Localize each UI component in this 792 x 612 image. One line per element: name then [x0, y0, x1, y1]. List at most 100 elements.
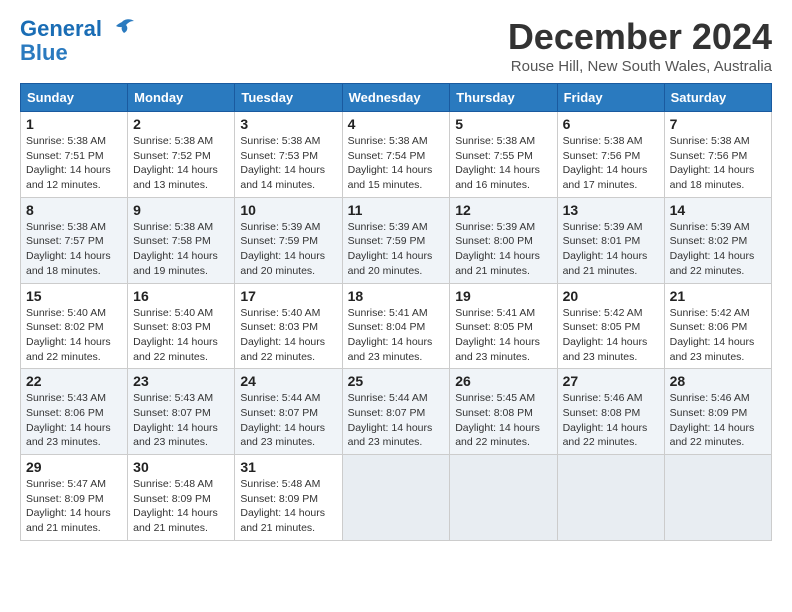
calendar-week-row: 15 Sunrise: 5:40 AM Sunset: 8:02 PM Dayl…	[21, 283, 772, 369]
calendar-cell	[664, 455, 771, 541]
day-number: 17	[240, 288, 336, 304]
calendar-cell: 3 Sunrise: 5:38 AM Sunset: 7:53 PM Dayli…	[235, 112, 342, 198]
calendar-cell: 9 Sunrise: 5:38 AM Sunset: 7:58 PM Dayli…	[128, 197, 235, 283]
day-number: 20	[563, 288, 659, 304]
day-number: 28	[670, 373, 766, 389]
calendar-cell: 28 Sunrise: 5:46 AM Sunset: 8:09 PM Dayl…	[664, 369, 771, 455]
day-number: 22	[26, 373, 122, 389]
day-number: 4	[348, 116, 445, 132]
calendar-cell: 18 Sunrise: 5:41 AM Sunset: 8:04 PM Dayl…	[342, 283, 450, 369]
day-detail: Sunrise: 5:45 AM Sunset: 8:08 PM Dayligh…	[455, 391, 551, 450]
day-detail: Sunrise: 5:41 AM Sunset: 8:05 PM Dayligh…	[455, 306, 551, 365]
day-number: 7	[670, 116, 766, 132]
day-detail: Sunrise: 5:38 AM Sunset: 7:56 PM Dayligh…	[670, 134, 766, 193]
calendar-cell: 22 Sunrise: 5:43 AM Sunset: 8:06 PM Dayl…	[21, 369, 128, 455]
weekday-header: Sunday	[21, 84, 128, 112]
calendar-cell: 31 Sunrise: 5:48 AM Sunset: 8:09 PM Dayl…	[235, 455, 342, 541]
day-detail: Sunrise: 5:39 AM Sunset: 8:02 PM Dayligh…	[670, 220, 766, 279]
day-detail: Sunrise: 5:39 AM Sunset: 7:59 PM Dayligh…	[240, 220, 336, 279]
weekday-header: Friday	[557, 84, 664, 112]
day-number: 23	[133, 373, 229, 389]
calendar-cell: 17 Sunrise: 5:40 AM Sunset: 8:03 PM Dayl…	[235, 283, 342, 369]
weekday-header: Saturday	[664, 84, 771, 112]
weekday-header: Thursday	[450, 84, 557, 112]
calendar: SundayMondayTuesdayWednesdayThursdayFrid…	[20, 83, 772, 541]
day-number: 13	[563, 202, 659, 218]
calendar-cell: 13 Sunrise: 5:39 AM Sunset: 8:01 PM Dayl…	[557, 197, 664, 283]
day-number: 5	[455, 116, 551, 132]
day-number: 24	[240, 373, 336, 389]
calendar-cell: 2 Sunrise: 5:38 AM Sunset: 7:52 PM Dayli…	[128, 112, 235, 198]
day-number: 15	[26, 288, 122, 304]
day-number: 30	[133, 459, 229, 475]
calendar-cell: 8 Sunrise: 5:38 AM Sunset: 7:57 PM Dayli…	[21, 197, 128, 283]
day-detail: Sunrise: 5:39 AM Sunset: 7:59 PM Dayligh…	[348, 220, 445, 279]
day-detail: Sunrise: 5:44 AM Sunset: 8:07 PM Dayligh…	[240, 391, 336, 450]
day-number: 11	[348, 202, 445, 218]
day-detail: Sunrise: 5:42 AM Sunset: 8:05 PM Dayligh…	[563, 306, 659, 365]
day-number: 12	[455, 202, 551, 218]
day-number: 6	[563, 116, 659, 132]
calendar-cell: 14 Sunrise: 5:39 AM Sunset: 8:02 PM Dayl…	[664, 197, 771, 283]
calendar-cell: 15 Sunrise: 5:40 AM Sunset: 8:02 PM Dayl…	[21, 283, 128, 369]
day-detail: Sunrise: 5:47 AM Sunset: 8:09 PM Dayligh…	[26, 477, 122, 536]
day-detail: Sunrise: 5:38 AM Sunset: 7:55 PM Dayligh…	[455, 134, 551, 193]
calendar-cell: 20 Sunrise: 5:42 AM Sunset: 8:05 PM Dayl…	[557, 283, 664, 369]
day-detail: Sunrise: 5:41 AM Sunset: 8:04 PM Dayligh…	[348, 306, 445, 365]
day-detail: Sunrise: 5:46 AM Sunset: 8:08 PM Dayligh…	[563, 391, 659, 450]
day-number: 29	[26, 459, 122, 475]
day-detail: Sunrise: 5:38 AM Sunset: 7:56 PM Dayligh…	[563, 134, 659, 193]
day-number: 26	[455, 373, 551, 389]
calendar-cell: 7 Sunrise: 5:38 AM Sunset: 7:56 PM Dayli…	[664, 112, 771, 198]
calendar-cell	[557, 455, 664, 541]
calendar-cell: 16 Sunrise: 5:40 AM Sunset: 8:03 PM Dayl…	[128, 283, 235, 369]
day-detail: Sunrise: 5:38 AM Sunset: 7:51 PM Dayligh…	[26, 134, 122, 193]
day-detail: Sunrise: 5:43 AM Sunset: 8:06 PM Dayligh…	[26, 391, 122, 450]
day-detail: Sunrise: 5:40 AM Sunset: 8:03 PM Dayligh…	[240, 306, 336, 365]
calendar-cell	[450, 455, 557, 541]
day-number: 10	[240, 202, 336, 218]
day-number: 16	[133, 288, 229, 304]
calendar-header-row: SundayMondayTuesdayWednesdayThursdayFrid…	[21, 84, 772, 112]
calendar-cell: 10 Sunrise: 5:39 AM Sunset: 7:59 PM Dayl…	[235, 197, 342, 283]
day-detail: Sunrise: 5:48 AM Sunset: 8:09 PM Dayligh…	[240, 477, 336, 536]
day-detail: Sunrise: 5:46 AM Sunset: 8:09 PM Dayligh…	[670, 391, 766, 450]
calendar-cell: 19 Sunrise: 5:41 AM Sunset: 8:05 PM Dayl…	[450, 283, 557, 369]
day-detail: Sunrise: 5:43 AM Sunset: 8:07 PM Dayligh…	[133, 391, 229, 450]
day-number: 25	[348, 373, 445, 389]
calendar-cell: 11 Sunrise: 5:39 AM Sunset: 7:59 PM Dayl…	[342, 197, 450, 283]
day-detail: Sunrise: 5:39 AM Sunset: 8:01 PM Dayligh…	[563, 220, 659, 279]
day-number: 8	[26, 202, 122, 218]
weekday-header: Wednesday	[342, 84, 450, 112]
calendar-cell: 26 Sunrise: 5:45 AM Sunset: 8:08 PM Dayl…	[450, 369, 557, 455]
calendar-cell: 23 Sunrise: 5:43 AM Sunset: 8:07 PM Dayl…	[128, 369, 235, 455]
calendar-cell: 6 Sunrise: 5:38 AM Sunset: 7:56 PM Dayli…	[557, 112, 664, 198]
day-detail: Sunrise: 5:38 AM Sunset: 7:52 PM Dayligh…	[133, 134, 229, 193]
logo-text: General	[20, 16, 102, 42]
day-detail: Sunrise: 5:38 AM Sunset: 7:57 PM Dayligh…	[26, 220, 122, 279]
day-number: 1	[26, 116, 122, 132]
calendar-week-row: 1 Sunrise: 5:38 AM Sunset: 7:51 PM Dayli…	[21, 112, 772, 198]
day-detail: Sunrise: 5:40 AM Sunset: 8:02 PM Dayligh…	[26, 306, 122, 365]
day-detail: Sunrise: 5:42 AM Sunset: 8:06 PM Dayligh…	[670, 306, 766, 365]
calendar-cell: 5 Sunrise: 5:38 AM Sunset: 7:55 PM Dayli…	[450, 112, 557, 198]
day-number: 3	[240, 116, 336, 132]
calendar-cell: 1 Sunrise: 5:38 AM Sunset: 7:51 PM Dayli…	[21, 112, 128, 198]
day-number: 2	[133, 116, 229, 132]
calendar-week-row: 29 Sunrise: 5:47 AM Sunset: 8:09 PM Dayl…	[21, 455, 772, 541]
logo-subtext: Blue	[20, 40, 68, 66]
day-detail: Sunrise: 5:38 AM Sunset: 7:54 PM Dayligh…	[348, 134, 445, 193]
calendar-cell: 30 Sunrise: 5:48 AM Sunset: 8:09 PM Dayl…	[128, 455, 235, 541]
title-area: December 2024 Rouse Hill, New South Wale…	[508, 16, 772, 75]
day-number: 31	[240, 459, 336, 475]
day-number: 14	[670, 202, 766, 218]
calendar-week-row: 8 Sunrise: 5:38 AM Sunset: 7:57 PM Dayli…	[21, 197, 772, 283]
day-number: 21	[670, 288, 766, 304]
day-detail: Sunrise: 5:40 AM Sunset: 8:03 PM Dayligh…	[133, 306, 229, 365]
calendar-cell	[342, 455, 450, 541]
day-number: 27	[563, 373, 659, 389]
location: Rouse Hill, New South Wales, Australia	[508, 58, 772, 75]
day-number: 18	[348, 288, 445, 304]
day-detail: Sunrise: 5:38 AM Sunset: 7:58 PM Dayligh…	[133, 220, 229, 279]
weekday-header: Monday	[128, 84, 235, 112]
